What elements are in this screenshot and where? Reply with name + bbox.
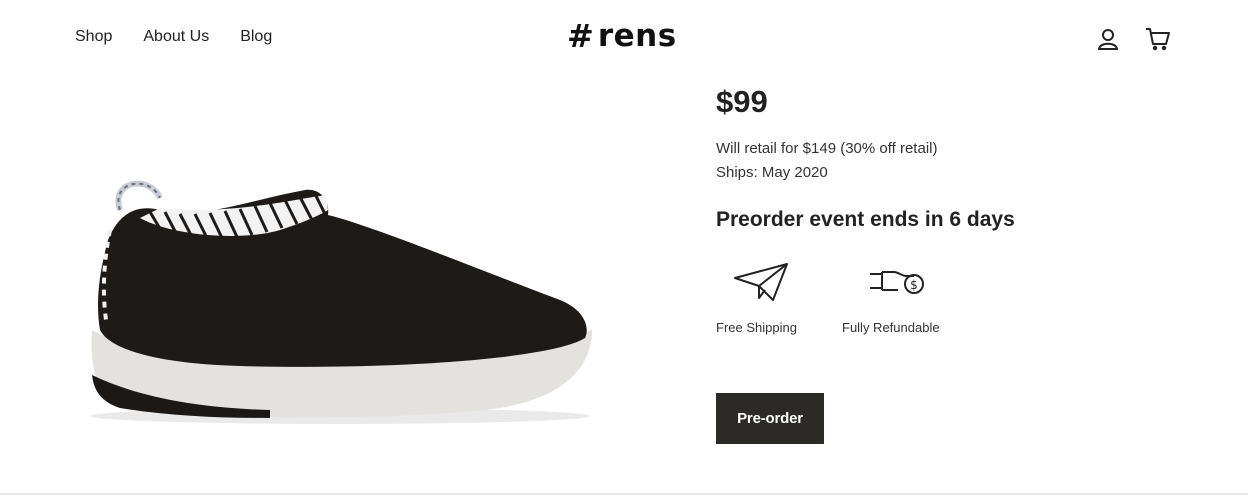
svg-text:$: $ [910, 278, 918, 292]
nav-shop-link[interactable]: Shop [75, 28, 112, 46]
feature-fully-refundable: $ Fully Refundable [842, 262, 972, 335]
retail-price-note: Will retail for $149 (30% off retail) [716, 140, 938, 157]
feature-free-shipping: Free Shipping [716, 262, 846, 335]
ship-date: Ships: May 2020 [716, 164, 828, 181]
hand-money-icon: $ [870, 271, 924, 294]
main-nav: Shop About Us Blog [75, 28, 272, 46]
nav-about-link[interactable]: About Us [143, 28, 209, 46]
preorder-button[interactable]: Pre-order [716, 393, 824, 444]
product-image [80, 170, 600, 430]
fully-refundable-label: Fully Refundable [842, 320, 940, 335]
nav-blog-link[interactable]: Blog [240, 28, 272, 46]
logo-text: rens [597, 17, 677, 54]
user-icon[interactable] [1095, 26, 1121, 52]
sneaker-image [90, 180, 592, 424]
paper-plane-icon [734, 263, 788, 301]
section-divider [0, 493, 1248, 495]
cart-icon[interactable] [1145, 26, 1171, 52]
free-shipping-label: Free Shipping [716, 320, 797, 335]
preorder-countdown: Preorder event ends in 6 days [716, 208, 1015, 231]
product-price: $99 [716, 84, 768, 119]
site-header: Shop About Us Blog # rens [0, 0, 1248, 76]
rens-logo[interactable]: # rens [567, 20, 677, 52]
logo-hash: # [567, 17, 594, 55]
